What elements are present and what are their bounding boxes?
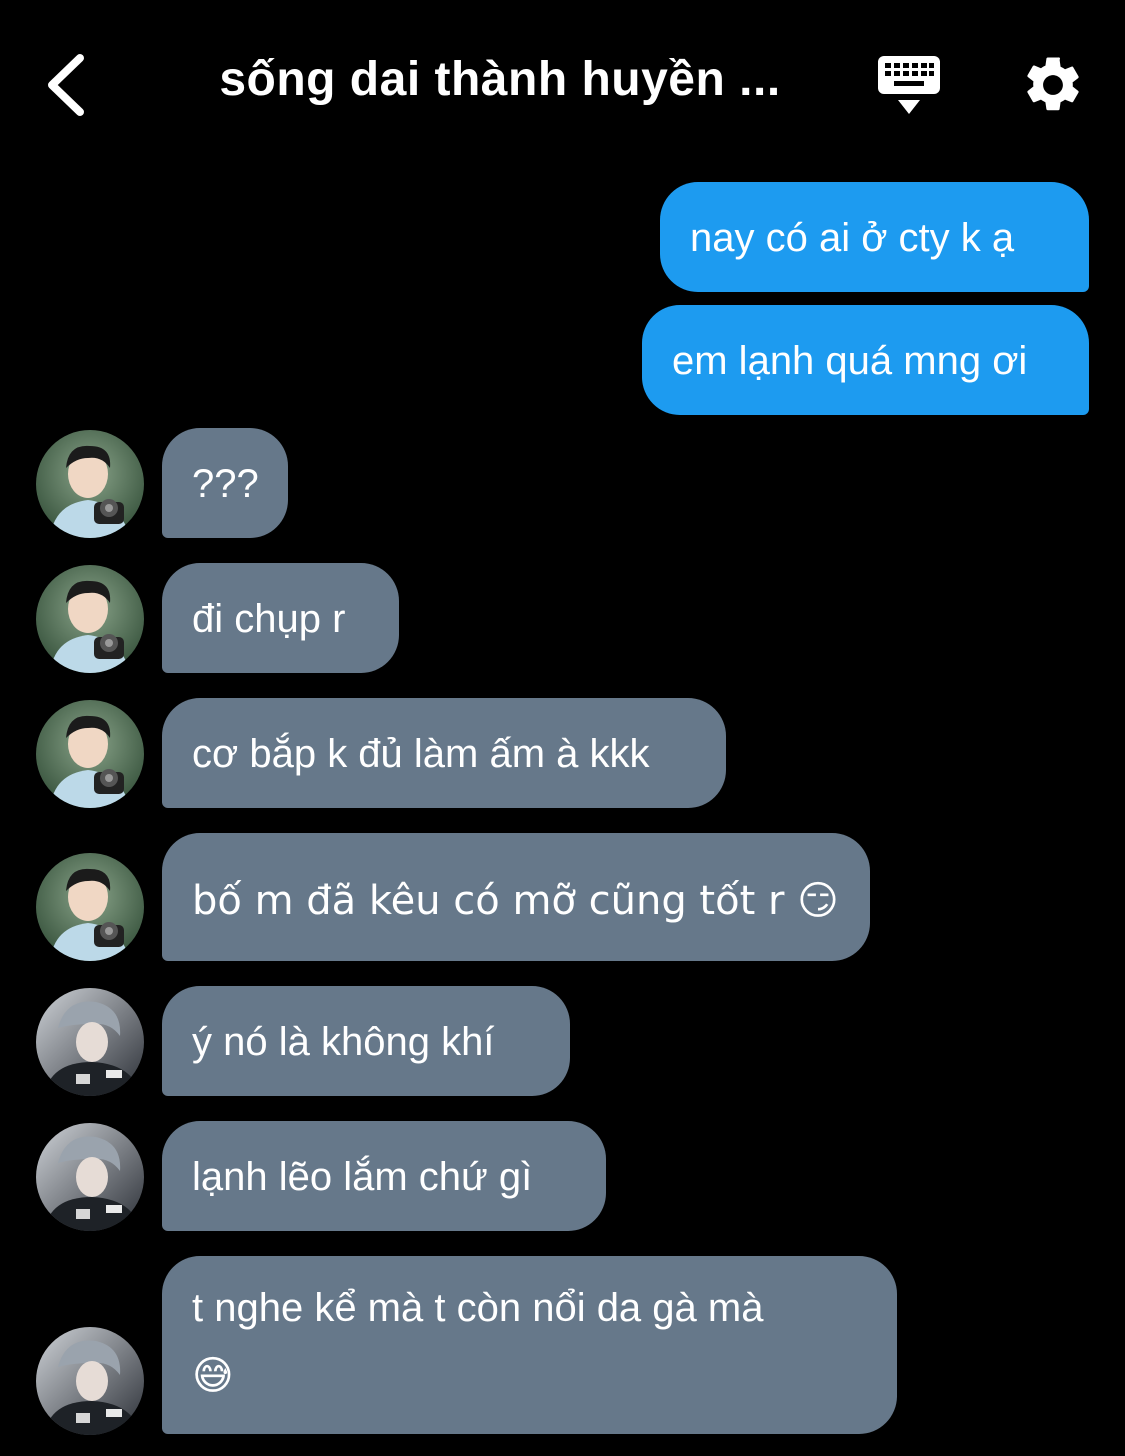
avatar-user-b <box>36 988 144 1096</box>
settings-button[interactable] <box>1020 52 1086 118</box>
keyboard-icon <box>878 56 940 114</box>
avatar[interactable] <box>36 853 144 961</box>
message-text: t nghe kể mà t còn nổi da gà mà <box>192 1286 764 1330</box>
message-bubble-incoming[interactable]: cơ bắp k đủ làm ấm à kkk <box>162 698 726 808</box>
avatar[interactable] <box>36 565 144 673</box>
message-emoji: 😅 <box>192 1353 234 1399</box>
message-bubble-outgoing[interactable]: nay có ai ở cty k ạ <box>660 182 1089 292</box>
chevron-left-icon <box>48 54 84 116</box>
message-bubble-incoming[interactable]: ??? <box>162 428 288 538</box>
avatar-user-b <box>36 1123 144 1231</box>
message-bubble-incoming[interactable]: t nghe kể mà t còn nổi da gà mà 😅 <box>162 1256 897 1434</box>
conversation-title[interactable]: sống dai thành huyền ... <box>200 52 800 107</box>
message-bubble-incoming[interactable]: lạnh lẽo lắm chứ gì <box>162 1121 606 1231</box>
avatar-user-a <box>36 430 144 538</box>
avatar[interactable] <box>36 988 144 1096</box>
message-text: cơ bắp k đủ làm ấm à kkk <box>192 732 650 776</box>
back-button[interactable] <box>40 50 96 120</box>
message-bubble-outgoing[interactable]: em lạnh quá mng ơi <box>642 305 1089 415</box>
message-text: em lạnh quá mng ơi <box>672 339 1028 383</box>
message-text: lạnh lẽo lắm chứ gì <box>192 1155 533 1199</box>
avatar[interactable] <box>36 430 144 538</box>
message-text: ??? <box>192 462 259 506</box>
avatar-user-a <box>36 565 144 673</box>
gear-icon <box>1027 57 1079 111</box>
avatar-user-b <box>36 1327 144 1435</box>
avatar[interactable] <box>36 1123 144 1231</box>
avatar-user-a <box>36 700 144 808</box>
message-text: đi chụp r <box>192 597 346 641</box>
avatar[interactable] <box>36 1327 144 1435</box>
message-bubble-incoming[interactable]: ý nó là không khí <box>162 986 570 1096</box>
message-bubble-incoming[interactable]: đi chụp r <box>162 563 399 673</box>
chat-header: sống dai thành huyền ... <box>0 0 1125 170</box>
avatar-user-a <box>36 853 144 961</box>
avatar[interactable] <box>36 700 144 808</box>
message-text: ý nó là không khí <box>192 1020 495 1064</box>
message-bubble-incoming[interactable]: bố m đã kêu có mỡ cũng tốt r 😏 <box>162 833 870 961</box>
message-text: bố m đã kêu có mỡ cũng tốt r 😏 <box>192 878 839 924</box>
message-text: nay có ai ở cty k ạ <box>690 216 1015 260</box>
keyboard-button[interactable] <box>876 54 942 118</box>
